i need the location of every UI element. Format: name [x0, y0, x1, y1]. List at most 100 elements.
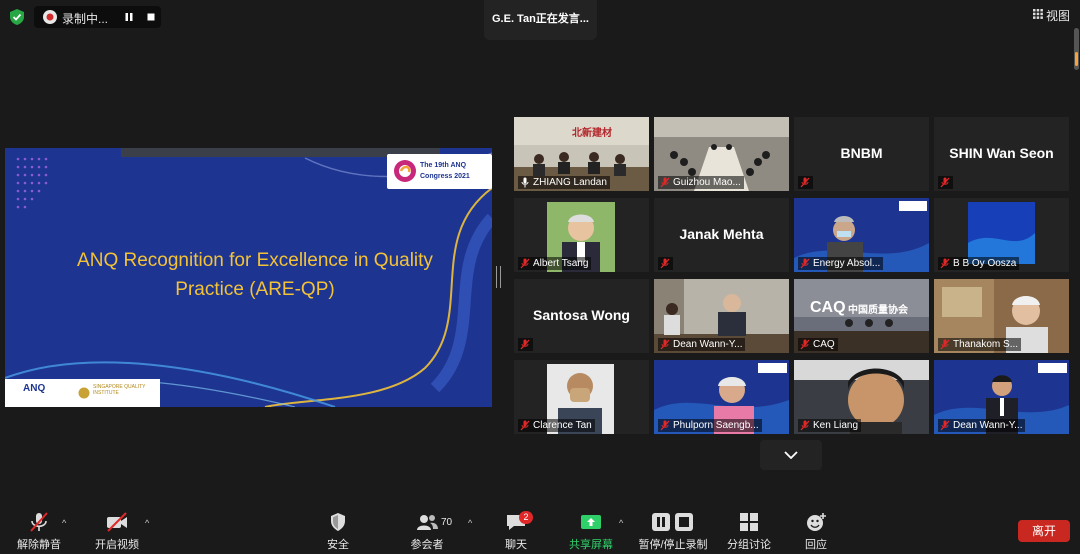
pause-icon — [125, 13, 133, 21]
unmute-button[interactable]: 解除静音 — [14, 512, 64, 552]
share-options-caret[interactable]: ^ — [619, 518, 623, 528]
slide-title: ANQ Recognition for Excellence in Qualit… — [45, 246, 465, 304]
share-screen-label: 共享屏幕 — [569, 539, 613, 551]
security-shield-icon[interactable] — [8, 8, 26, 26]
next-page-button[interactable] — [760, 440, 822, 470]
pause-recording-button[interactable] — [120, 8, 138, 26]
view-button[interactable]: 视图 — [1029, 6, 1074, 24]
participant-tile[interactable]: Clarence Tan — [514, 360, 649, 434]
participants-count: 70 — [441, 517, 453, 528]
view-label: 视图 — [1046, 9, 1071, 23]
sqi-logo-text: SINGAPORE QUALITY INSTITUTE — [93, 384, 146, 396]
breakout-rooms-icon — [740, 513, 758, 531]
congress-logo: The 19th ANQ Congress 2021 — [387, 154, 492, 189]
participant-tile[interactable]: Dean Wann-Y... — [654, 279, 789, 353]
participant-name-text: Ken Liang — [813, 420, 859, 431]
participant-name: Dean Wann-Y... — [658, 338, 746, 351]
breakout-rooms-button[interactable]: 分组讨论 — [724, 512, 774, 552]
participants-label: 参会者 — [410, 539, 444, 551]
active-speaker-banner: G.E. Tan正在发言... — [484, 0, 597, 40]
emoji-reaction-icon — [807, 513, 826, 531]
participant-tile[interactable]: Santosa Wong — [514, 279, 649, 353]
participant-tile[interactable]: B B Oy Oosza — [934, 198, 1069, 272]
scrollbar-thumb[interactable] — [1075, 52, 1078, 66]
participant-name: CAQ — [798, 338, 838, 351]
participant-tile[interactable]: Thanakom S... — [934, 279, 1069, 353]
split-divider-handle[interactable] — [496, 266, 501, 288]
participant-name-text: Thanakom S... — [953, 339, 1019, 350]
participant-name: Dean Wann-Y... — [938, 419, 1026, 432]
participant-name: Clarence Tan — [518, 419, 595, 432]
participant-name — [658, 257, 673, 270]
participant-name: Guizhou Mao... — [658, 176, 744, 189]
reactions-label: 回应 — [805, 539, 827, 551]
stop-icon — [147, 13, 155, 21]
mic-muted-icon — [520, 258, 530, 269]
chat-label: 聊天 — [505, 539, 527, 551]
mic-muted-icon — [660, 339, 670, 350]
shield-icon — [331, 513, 345, 531]
participant-name-text: Clarence Tan — [533, 420, 592, 431]
participant-tile[interactable]: 北新建材 ZHIANG Landan — [514, 117, 649, 191]
mic-muted-icon — [660, 420, 670, 431]
participant-tile[interactable]: Albert Tsang — [514, 198, 649, 272]
mic-muted-icon — [660, 258, 670, 269]
recording-label: 录制中... — [62, 12, 109, 26]
unmute-label: 解除静音 — [17, 539, 61, 551]
participant-name: B B Oy Oosza — [938, 257, 1020, 270]
participant-name-text: Albert Tsang — [533, 258, 589, 269]
share-screen-button[interactable]: 共享屏幕 — [566, 512, 616, 552]
slide-footer-logos: ANQ SINGAPORE QUALITY INSTITUTE — [5, 379, 160, 407]
participant-name: ZHIANG Landan — [518, 176, 610, 189]
start-video-button[interactable]: 开启视频 — [92, 512, 142, 552]
participant-name-text: CAQ — [813, 339, 835, 350]
caq-wall-text: 中国质量协会 — [848, 305, 908, 316]
participant-name-text: B B Oy Oosza — [953, 258, 1017, 269]
video-off-icon — [107, 512, 127, 532]
breakout-rooms-label: 分组讨论 — [727, 539, 771, 551]
reactions-button[interactable]: 回应 — [800, 512, 832, 552]
participant-tile[interactable]: Energy Absol... — [794, 198, 929, 272]
security-button[interactable]: 安全 — [318, 512, 358, 552]
participant-name — [798, 176, 813, 189]
mic-muted-icon — [940, 420, 950, 431]
participant-big-name: BNBM — [840, 145, 883, 161]
mic-muted-icon — [800, 339, 810, 350]
participant-name: Ken Liang — [798, 419, 862, 432]
participant-tile[interactable]: SHIN Wan Seon — [934, 117, 1069, 191]
share-screen-icon — [581, 515, 601, 529]
slide-title-line1: ANQ Recognition for Excellence in Qualit… — [77, 250, 433, 271]
wall-sign-text: 北新建材 — [572, 128, 612, 139]
slide-dot-pattern — [16, 157, 48, 209]
participant-name-text: ZHIANG Landan — [533, 177, 607, 188]
stop-recording-button[interactable] — [142, 8, 160, 26]
participant-name: Phulporn Saengb... — [658, 419, 762, 432]
pause-stop-recording-label: 暂停/停止录制 — [638, 539, 708, 551]
leave-button[interactable]: 离开 — [1018, 520, 1070, 542]
mic-muted-icon — [30, 512, 48, 532]
participant-big-name: Santosa Wong — [533, 307, 630, 323]
congress-line2: Congress 2021 — [420, 173, 470, 180]
video-options-caret[interactable]: ^ — [145, 518, 149, 528]
pause-stop-recording-button[interactable]: 暂停/停止录制 — [636, 512, 710, 552]
participant-name-text: Energy Absol... — [813, 258, 881, 269]
participant-tile[interactable]: Guizhou Mao... — [654, 117, 789, 191]
participant-tile[interactable]: Phulporn Saengb... — [654, 360, 789, 434]
participant-tile[interactable]: BNBM — [794, 117, 929, 191]
recording-indicator: 录制中... — [34, 6, 161, 28]
audio-options-caret[interactable]: ^ — [62, 518, 66, 528]
participant-name-text: Guizhou Mao... — [673, 177, 741, 188]
participant-tile[interactable]: CAQ 中国质量协会 CAQ — [794, 279, 929, 353]
participant-tile[interactable]: Dean Wann-Y... — [934, 360, 1069, 434]
participant-name: Albert Tsang — [518, 257, 592, 270]
participant-name — [938, 176, 953, 189]
security-label: 安全 — [327, 539, 349, 551]
participant-name-text: Dean Wann-Y... — [673, 339, 743, 350]
participant-big-name: SHIN Wan Seon — [949, 145, 1054, 161]
mic-muted-icon — [800, 258, 810, 269]
mic-muted-icon — [800, 420, 810, 431]
participant-tile[interactable]: Ken Liang — [794, 360, 929, 434]
mic-icon — [521, 177, 529, 188]
participants-options-caret[interactable]: ^ — [468, 518, 472, 528]
participant-tile[interactable]: Janak Mehta — [654, 198, 789, 272]
